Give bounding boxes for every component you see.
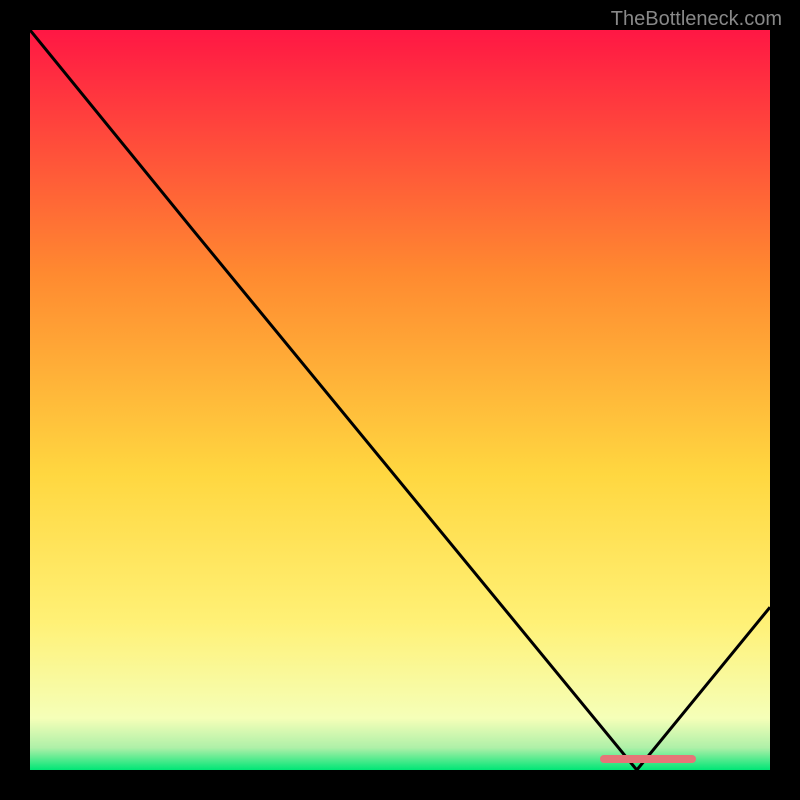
optimal-range-marker: [600, 755, 696, 763]
chart-container: [30, 30, 770, 770]
watermark: TheBottleneck.com: [611, 8, 782, 31]
bottleneck-curve: [30, 30, 770, 770]
